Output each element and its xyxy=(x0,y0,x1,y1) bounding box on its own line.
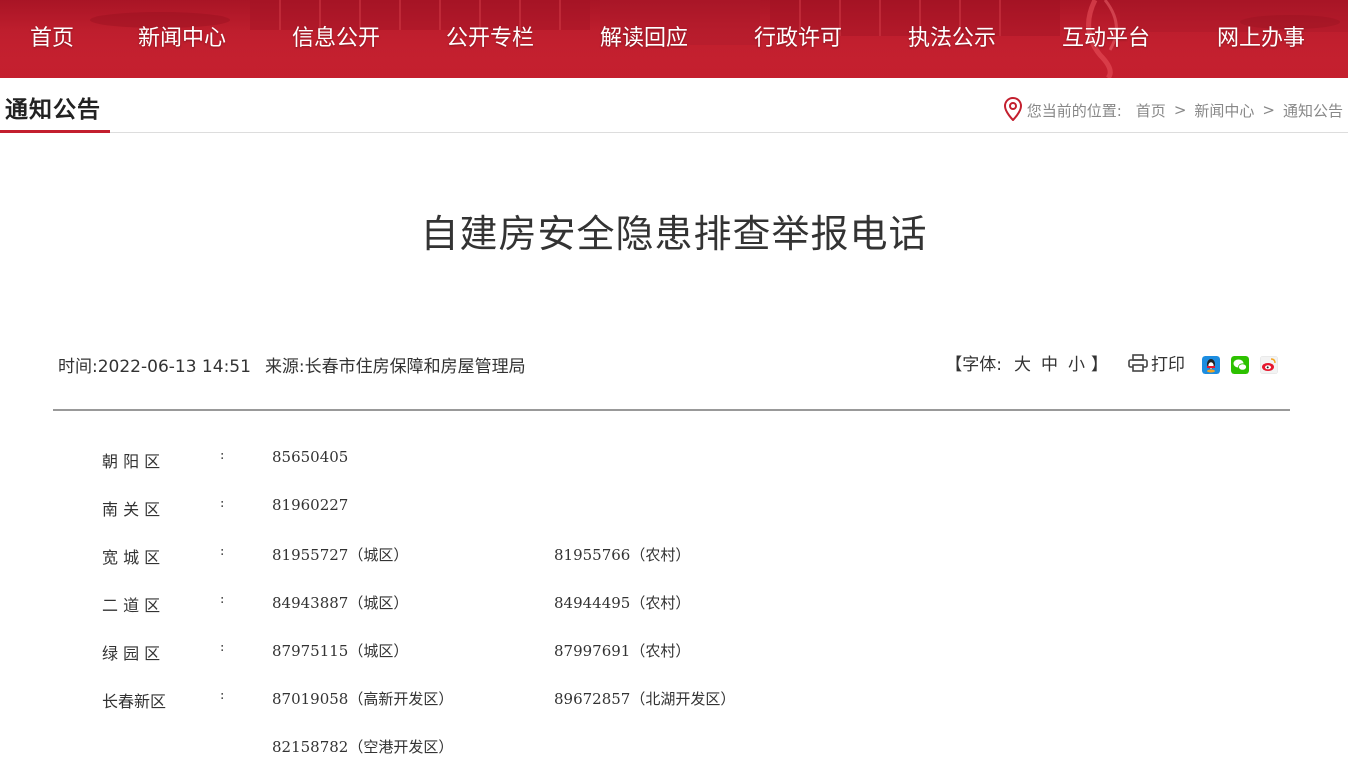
publish-time: 2022-06-13 14:51 xyxy=(97,357,251,377)
row-colon: : xyxy=(220,640,225,655)
phone-number: 82158782（空港开发区） xyxy=(272,738,454,756)
phone-number: 81960227 xyxy=(272,496,349,514)
phone-number: 85650405 xyxy=(272,448,349,466)
breadcrumb-notices[interactable]: 通知公告 xyxy=(1283,100,1343,121)
section-bar: 通知公告 您当前的位置: 首页 > 新闻中心 > 通知公告 xyxy=(0,78,1348,133)
district-name: 二 道 区 xyxy=(102,596,161,615)
nav-menu: 首页 新闻中心 信息公开 公开专栏 解读回应 行政许可 执法公示 互动平台 网上… xyxy=(0,0,1348,78)
article-meta: 时间:2022-06-13 14:51 来源:长春市住房保障和房屋管理局 xyxy=(58,352,526,377)
nav-item-admin-license[interactable]: 行政许可 xyxy=(754,24,842,54)
phone-number: 87019058（高新开发区） xyxy=(272,690,454,708)
row-colon: : xyxy=(220,544,225,559)
qq-icon[interactable] xyxy=(1202,355,1220,374)
font-size-label: 【字体: xyxy=(945,355,1002,375)
district-name: 宽 城 区 xyxy=(102,548,161,567)
phone-number-secondary: 89672857（北湖开发区） xyxy=(554,690,736,708)
meta-divider xyxy=(53,409,1290,411)
breadcrumb-home[interactable]: 首页 xyxy=(1136,100,1166,121)
district-name: 南 关 区 xyxy=(102,500,161,519)
wechat-icon[interactable] xyxy=(1231,355,1249,374)
nav-item-public-column[interactable]: 公开专栏 xyxy=(446,24,534,54)
breadcrumb-separator: > xyxy=(1173,101,1187,119)
phone-number: 81955727（城区） xyxy=(272,546,409,564)
nav-item-info-disclosure[interactable]: 信息公开 xyxy=(292,24,380,54)
printer-icon xyxy=(1128,353,1148,372)
font-size-medium-button[interactable]: 中 xyxy=(1041,350,1060,375)
nav-item-news-center[interactable]: 新闻中心 xyxy=(138,24,226,54)
section-title-tab: 通知公告 xyxy=(0,78,110,133)
font-size-large-button[interactable]: 大 xyxy=(1014,350,1033,375)
phone-number: 84943887（城区） xyxy=(272,594,409,612)
district-name: 朝 阳 区 xyxy=(102,452,161,471)
breadcrumb-prefix: 您当前的位置: xyxy=(1026,101,1122,120)
phone-number-secondary: 87997691（农村） xyxy=(554,642,691,660)
top-navigation: 首页 新闻中心 信息公开 公开专栏 解读回应 行政许可 执法公示 互动平台 网上… xyxy=(0,0,1348,78)
district-name: 长春新区 xyxy=(102,692,167,711)
font-size-close: 】 xyxy=(1091,355,1108,375)
row-colon: : xyxy=(220,448,225,463)
phone-number: 87975115（城区） xyxy=(272,642,409,660)
row-colon: : xyxy=(220,496,225,511)
phone-number-secondary: 84944495（农村） xyxy=(554,594,691,612)
phone-number-secondary: 81955766（农村） xyxy=(554,546,691,564)
time-label: 时间: xyxy=(58,357,98,377)
nav-item-interaction[interactable]: 互动平台 xyxy=(1062,24,1150,54)
breadcrumb: 您当前的位置: 首页 > 新闻中心 > 通知公告 xyxy=(1003,97,1343,122)
article-title: 自建房安全隐患排查举报电话 xyxy=(420,212,928,256)
nav-item-online-service[interactable]: 网上办事 xyxy=(1217,24,1305,54)
print-label: 打印 xyxy=(1151,355,1185,375)
font-size-small-button[interactable]: 小 xyxy=(1068,350,1087,375)
article-source: 长春市住房保障和房屋管理局 xyxy=(304,357,526,377)
section-title: 通知公告 xyxy=(5,97,101,123)
location-pin-icon xyxy=(1003,97,1022,121)
row-colon: : xyxy=(220,592,225,607)
district-name: 绿 园 区 xyxy=(102,644,161,663)
nav-item-law-enforcement[interactable]: 执法公示 xyxy=(908,24,996,54)
nav-item-home[interactable]: 首页 xyxy=(30,24,74,54)
nav-item-interpretation[interactable]: 解读回应 xyxy=(600,24,688,54)
print-button[interactable]: 打印 xyxy=(1128,350,1185,375)
breadcrumb-news-center[interactable]: 新闻中心 xyxy=(1194,100,1254,121)
row-colon: : xyxy=(220,688,225,703)
article-tools: 【字体: 大 中 小 】 打印 xyxy=(945,350,1278,375)
breadcrumb-separator: > xyxy=(1262,101,1275,119)
source-label: 来源: xyxy=(264,357,305,377)
weibo-icon[interactable] xyxy=(1260,355,1278,374)
